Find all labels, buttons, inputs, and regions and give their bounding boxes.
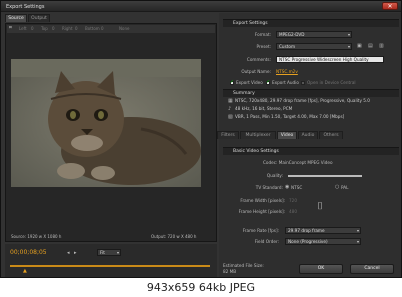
open-in-device-central-label: Open in Device Central — [307, 80, 356, 85]
open-in-device-central-checkbox[interactable] — [301, 81, 305, 85]
preset-value: Custom — [279, 44, 296, 49]
source-info: Source: 1920 w X 1080 h — [11, 234, 62, 239]
estimated-file-size-value: 82 MB — [223, 269, 237, 274]
frame-rate-label: Frame Rate [fps]: — [242, 228, 279, 233]
output-name-label: Output Name: — [241, 69, 271, 74]
image-caption: 943x659 64kb JPEG — [0, 278, 402, 297]
frame-rate-select[interactable]: 29.97 drop frame ▾ — [285, 227, 361, 234]
chevron-down-icon: ▾ — [116, 250, 119, 255]
save-preset-icon[interactable]: ▣ — [357, 43, 362, 49]
frame-width-label: Frame Width [pixels]: — [240, 198, 285, 203]
export-audio-label: Export Audio — [272, 80, 299, 85]
crop-bottom-label: Bottom — [85, 26, 100, 31]
crop-left-label: Left — [19, 26, 27, 31]
quality-slider-fill — [288, 175, 362, 177]
crop-toolbar: ⌗ Left 0 Top 0 Right 0 Bottom 0 None — [7, 25, 215, 33]
summary-line-video: NTSC, 720x480, 29.97 drop frame [fps], P… — [235, 98, 370, 103]
frame-height-value[interactable]: 480 — [289, 209, 297, 214]
audio-summary-icon: ♪ — [228, 106, 232, 112]
ok-button[interactable]: OK — [299, 264, 343, 274]
export-settings-header[interactable]: Export Settings — [223, 19, 399, 27]
frame-height-label: Frame Height [pixels]: — [238, 209, 285, 214]
chevron-down-icon: ▾ — [347, 44, 350, 49]
tab-output[interactable]: Output — [28, 14, 50, 22]
pal-label: PAL — [341, 185, 349, 190]
tab-multiplexer[interactable]: Multiplexer — [240, 131, 276, 139]
field-order-select[interactable]: None (Progressive) ▾ — [285, 238, 361, 245]
chevron-down-icon: ▾ — [356, 239, 359, 244]
basic-video-settings-header[interactable]: Basic Video Settings — [223, 147, 399, 155]
quality-label: Quality: — [266, 173, 283, 178]
preset-select[interactable]: Custom ▾ — [276, 43, 352, 50]
cat-image — [11, 59, 201, 187]
video-summary-icon: ▦ — [228, 98, 233, 104]
quality-slider[interactable] — [288, 175, 362, 177]
fit-select-value: Fit — [100, 250, 105, 255]
export-audio-checkbox[interactable] — [266, 79, 270, 85]
comments-field[interactable]: NTSC Progressive Widescreen High Quality — [276, 56, 384, 63]
import-preset-icon[interactable]: ▤ — [368, 43, 373, 49]
crop-right-value[interactable]: 0 — [75, 26, 78, 31]
preset-label: Preset: — [256, 44, 271, 49]
crop-ratio-select[interactable]: None — [119, 26, 129, 31]
ntsc-label: NTSC — [291, 185, 303, 190]
tab-filters[interactable]: Filters — [217, 131, 239, 139]
bitrate-summary-icon: ▧ — [228, 114, 233, 120]
tab-video[interactable]: Video — [277, 131, 297, 139]
fit-select[interactable]: Fit ▾ — [97, 249, 121, 256]
tab-audio[interactable]: Audio — [298, 131, 318, 139]
close-icon[interactable]: ✕ — [382, 2, 398, 10]
chevron-down-icon: ▾ — [356, 228, 359, 233]
delete-preset-icon[interactable]: ▥ — [379, 43, 384, 49]
tv-standard-label: TV Standard: — [255, 185, 283, 190]
tab-others[interactable]: Others — [319, 131, 343, 139]
crop-right-label: Right — [62, 26, 73, 31]
set-out-point-icon[interactable]: ▸ — [74, 250, 77, 256]
format-label: Format: — [254, 32, 271, 37]
field-order-value: None (Progressive) — [288, 239, 328, 244]
video-preview — [11, 59, 201, 187]
crop-left-value[interactable]: 0 — [31, 26, 34, 31]
playhead-icon[interactable]: ▲ — [23, 268, 27, 274]
output-name-link[interactable]: NTSC.m2v — [276, 69, 298, 74]
window-title: Export Settings — [6, 4, 45, 10]
summary-line-bitrate: VBR, 1 Pass, Min 1.50, Target 4.00, Max … — [235, 114, 345, 119]
pal-radio[interactable]: ○ — [335, 184, 339, 190]
comments-label: Comments: — [246, 57, 271, 62]
codec-label: Codec: MainConcept MPEG Video — [263, 160, 333, 165]
estimated-file-size-label: Estimated File Size: — [223, 263, 264, 268]
export-video-label: Export Video — [236, 80, 263, 85]
cancel-button[interactable]: Cancel — [350, 264, 394, 274]
crop-top-label: Top — [41, 26, 48, 31]
format-select[interactable]: MPEG2-DVD ▾ — [276, 31, 352, 38]
crop-top-value[interactable]: 0 — [52, 26, 55, 31]
export-settings-window: Export Settings ✕ Source Output ⌗ Left 0… — [0, 0, 402, 278]
field-order-label: Field Order: — [254, 239, 279, 244]
title-bar[interactable]: Export Settings ✕ — [1, 1, 401, 12]
timeline-ruler[interactable] — [10, 259, 210, 267]
crop-bottom-value[interactable]: 0 — [101, 26, 104, 31]
output-info: Output: 720 w X 480 h — [151, 234, 197, 239]
timecode[interactable]: 00;00;08;05 — [10, 249, 47, 256]
chevron-down-icon: ▾ — [347, 32, 350, 37]
export-video-checkbox[interactable] — [230, 79, 234, 85]
crop-icon[interactable]: ⌗ — [9, 25, 12, 31]
summary-header[interactable]: Summary — [223, 89, 399, 97]
ntsc-radio[interactable]: ◉ — [285, 184, 289, 190]
set-in-point-icon[interactable]: ◂ — [67, 250, 70, 256]
frame-rate-value: 29.97 drop frame — [288, 228, 325, 233]
format-value: MPEG2-DVD — [279, 32, 305, 37]
frame-width-value[interactable]: 720 — [289, 198, 297, 203]
link-dimensions-icon[interactable]: ⌷ — [317, 201, 323, 212]
tab-source[interactable]: Source — [5, 14, 27, 22]
summary-line-audio: 48 kHz, 16 bit, Stereo, PCM — [235, 106, 293, 111]
